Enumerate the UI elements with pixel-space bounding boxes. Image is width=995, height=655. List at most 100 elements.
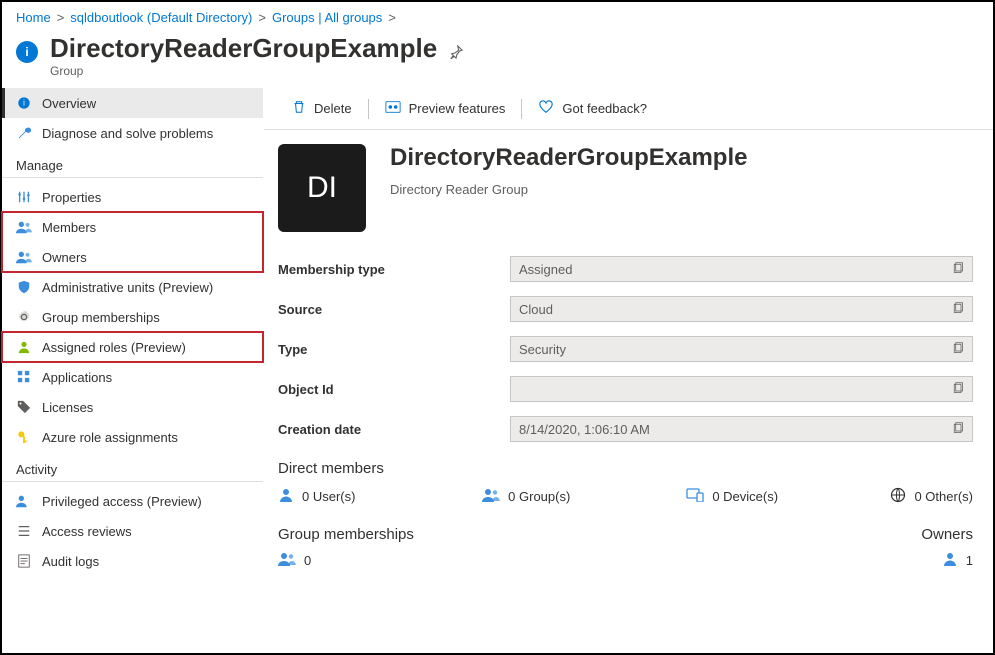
button-label: Preview features xyxy=(409,101,506,116)
sidebar-item-label: Access reviews xyxy=(42,524,132,539)
sidebar-item-label: Properties xyxy=(42,190,101,205)
sidebar-item-admin-units[interactable]: Administrative units (Preview) xyxy=(2,272,263,302)
breadcrumb: Home > sqldboutlook (Default Directory) … xyxy=(2,2,993,29)
chevron-right-icon: > xyxy=(388,10,396,25)
shield-icon xyxy=(16,279,32,295)
sidebar-item-label: Administrative units (Preview) xyxy=(42,280,213,295)
pin-icon[interactable] xyxy=(449,45,463,62)
people-icon xyxy=(16,493,32,509)
group-header: DI DirectoryReaderGroupExample Directory… xyxy=(278,144,973,232)
breadcrumb-directory[interactable]: sqldboutlook (Default Directory) xyxy=(70,10,252,25)
group-memberships-heading: Group memberships xyxy=(278,526,414,543)
owners-count[interactable]: 1 xyxy=(921,551,973,570)
sidebar-item-label: Licenses xyxy=(42,400,93,415)
info-icon: i xyxy=(16,41,38,63)
stat-devices[interactable]: 0 Device(s) xyxy=(686,487,890,506)
sidebar-item-applications[interactable]: Applications xyxy=(2,362,263,392)
group-subtitle: Directory Reader Group xyxy=(390,182,747,197)
sidebar-item-label: Audit logs xyxy=(42,554,99,569)
sidebar-item-group-memberships[interactable]: Group memberships xyxy=(2,302,263,332)
value-text: Security xyxy=(519,342,566,357)
page-subtitle: Group xyxy=(50,64,437,78)
prop-value: 8/14/2020, 1:06:10 AM xyxy=(510,416,973,442)
sidebar-item-owners[interactable]: Owners xyxy=(2,242,263,272)
key-icon xyxy=(16,429,32,445)
breadcrumb-home[interactable]: Home xyxy=(16,10,51,25)
stat-label: 0 Group(s) xyxy=(508,489,570,504)
group-title: DirectoryReaderGroupExample xyxy=(390,144,747,172)
copy-icon[interactable] xyxy=(952,302,964,317)
sidebar-item-assigned-roles[interactable]: Assigned roles (Preview) xyxy=(2,332,263,362)
stat-users[interactable]: 0 User(s) xyxy=(278,487,482,506)
prop-value: Assigned xyxy=(510,256,973,282)
count-value: 0 xyxy=(304,553,311,568)
sidebar-item-licenses[interactable]: Licenses xyxy=(2,392,263,422)
direct-members-heading: Direct members xyxy=(278,460,973,477)
group-memberships-count[interactable]: 0 xyxy=(278,551,414,570)
sidebar-item-label: Diagnose and solve problems xyxy=(42,126,213,141)
svg-text:i: i xyxy=(23,99,25,108)
prop-object-id: Object Id xyxy=(278,376,973,402)
prop-source: Source Cloud xyxy=(278,296,973,322)
sidebar-item-members[interactable]: Members xyxy=(2,212,263,242)
trash-icon xyxy=(292,100,306,117)
delete-button[interactable]: Delete xyxy=(280,96,364,121)
gear-icon xyxy=(16,309,32,325)
prop-label: Membership type xyxy=(278,262,510,277)
chevron-right-icon: > xyxy=(57,10,65,25)
sidebar-item-label: Azure role assignments xyxy=(42,430,178,445)
main-content: Delete Preview features Got feedback? DI xyxy=(264,88,993,653)
count-value: 1 xyxy=(966,553,973,568)
apps-icon xyxy=(16,369,32,385)
person-icon xyxy=(942,551,958,570)
toolbar: Delete Preview features Got feedback? xyxy=(264,88,993,130)
sidebar-item-audit-logs[interactable]: Audit logs xyxy=(2,546,263,576)
person-icon xyxy=(16,339,32,355)
copy-icon[interactable] xyxy=(952,262,964,277)
sidebar-item-properties[interactable]: Properties xyxy=(2,182,263,212)
prop-type: Type Security xyxy=(278,336,973,362)
prop-membership-type: Membership type Assigned xyxy=(278,256,973,282)
group-avatar: DI xyxy=(278,144,366,232)
breadcrumb-groups[interactable]: Groups | All groups xyxy=(272,10,382,25)
sidebar-item-access-reviews[interactable]: Access reviews xyxy=(2,516,263,546)
copy-icon[interactable] xyxy=(952,382,964,397)
sliders-icon xyxy=(16,189,32,205)
stat-label: 0 User(s) xyxy=(302,489,355,504)
sidebar-item-label: Members xyxy=(42,220,96,235)
person-icon xyxy=(278,487,294,506)
value-text: Cloud xyxy=(519,302,553,317)
sidebar-item-azure-role[interactable]: Azure role assignments xyxy=(2,422,263,452)
prop-creation-date: Creation date 8/14/2020, 1:06:10 AM xyxy=(278,416,973,442)
direct-members-stats: 0 User(s) 0 Group(s) 0 Device(s) xyxy=(278,487,973,506)
value-text: Assigned xyxy=(519,262,572,277)
sidebar-section-manage: Manage xyxy=(2,148,263,178)
sidebar-item-diagnose[interactable]: Diagnose and solve problems xyxy=(2,118,263,148)
sidebar-item-label: Overview xyxy=(42,96,96,111)
list-icon xyxy=(16,523,32,539)
preview-features-button[interactable]: Preview features xyxy=(373,96,518,121)
owners-heading: Owners xyxy=(921,526,973,543)
sidebar-item-overview[interactable]: i Overview xyxy=(2,88,263,118)
sidebar-item-privileged[interactable]: Privileged access (Preview) xyxy=(2,486,263,516)
tag-icon xyxy=(16,399,32,415)
people-icon xyxy=(16,249,32,265)
prop-label: Type xyxy=(278,342,510,357)
sidebar-section-activity: Activity xyxy=(2,452,263,482)
prop-value: Security xyxy=(510,336,973,362)
prop-label: Source xyxy=(278,302,510,317)
button-label: Got feedback? xyxy=(562,101,647,116)
prop-value xyxy=(510,376,973,402)
stat-groups[interactable]: 0 Group(s) xyxy=(482,487,686,506)
feedback-button[interactable]: Got feedback? xyxy=(526,96,659,121)
sidebar: « i Overview Diagnose and solve problems… xyxy=(2,88,264,653)
separator xyxy=(368,99,369,119)
copy-icon[interactable] xyxy=(952,422,964,437)
copy-icon[interactable] xyxy=(952,342,964,357)
preview-icon xyxy=(385,100,401,117)
stat-other[interactable]: 0 Other(s) xyxy=(890,487,973,506)
separator xyxy=(521,99,522,119)
page-header: i DirectoryReaderGroupExample Group xyxy=(2,29,993,88)
sidebar-item-label: Privileged access (Preview) xyxy=(42,494,202,509)
prop-label: Creation date xyxy=(278,422,510,437)
